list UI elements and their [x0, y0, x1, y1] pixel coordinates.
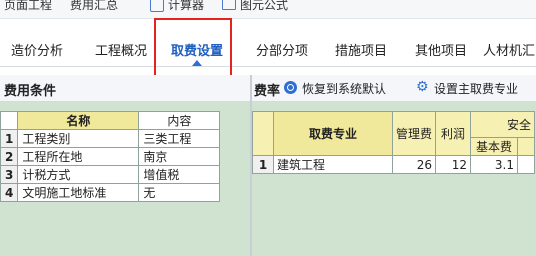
tab-project-overview[interactable]: 工程概况 — [90, 38, 152, 66]
condition-value[interactable]: 无 — [138, 183, 221, 202]
fee-conditions-table: 名称 内容 1 工程类别 三类工程 2 工程所在地 南京 3 计税方式 增值税 … — [0, 111, 221, 202]
column-header-extra — [517, 137, 536, 156]
restore-default-icon[interactable] — [284, 81, 297, 94]
table-row[interactable]: 4 文明施工地标准 无 — [0, 183, 221, 202]
column-header-name[interactable]: 名称 — [17, 111, 140, 130]
formula-button[interactable]: 图元公式 — [240, 0, 288, 13]
corner-cell — [252, 111, 274, 156]
column-header-content[interactable]: 内容 — [138, 111, 221, 130]
calculator-button[interactable]: 计算器 — [168, 0, 204, 13]
condition-name[interactable]: 工程类别 — [17, 129, 140, 148]
row-index: 3 — [0, 165, 19, 184]
column-header-base-fee[interactable]: 基本费 — [470, 137, 519, 156]
tab-measures[interactable]: 措施项目 — [330, 38, 392, 66]
row-index: 2 — [0, 147, 19, 166]
condition-name[interactable]: 文明施工地标准 — [17, 183, 140, 202]
column-header-safety[interactable]: 安全 — [470, 111, 536, 138]
fee-rate-title: 费率 — [254, 84, 281, 99]
table-row[interactable]: 2 工程所在地 南京 — [0, 147, 221, 166]
fee-rate-table: 取费专业 管理费 利润 安全 基本费 1 建筑工程 26 12 3.1 — [252, 111, 536, 174]
condition-name[interactable]: 计税方式 — [17, 165, 140, 184]
row-index: 1 — [252, 155, 274, 174]
tab-labor-material[interactable]: 人材机汇 — [478, 38, 536, 66]
mgmt-fee-cell[interactable]: 26 — [391, 155, 437, 174]
extra-cell — [517, 155, 536, 174]
toolbar-item-2[interactable]: 费用汇总 — [70, 0, 118, 13]
gear-icon[interactable]: ⚙ — [416, 80, 429, 94]
tab-other-items[interactable]: 其他项目 — [410, 38, 472, 66]
condition-name[interactable]: 工程所在地 — [17, 147, 140, 166]
column-header-mgmt-fee[interactable]: 管理费 — [391, 111, 437, 156]
set-main-specialty-button[interactable]: 设置主取费专业 — [434, 80, 518, 97]
fee-conditions-header: 费用条件 — [0, 75, 250, 102]
fee-rate-header: 费率 恢复到系统默认 ⚙ 设置主取费专业 — [252, 75, 536, 102]
tab-bar: 造价分析 工程概况 取费设置 分部分项 措施项目 其他项目 人材机汇 — [0, 38, 536, 67]
toolbar-item-1[interactable]: 页面工程 — [4, 0, 52, 13]
column-header-specialty[interactable]: 取费专业 — [273, 111, 393, 156]
condition-value[interactable]: 南京 — [138, 147, 221, 166]
row-index: 4 — [0, 183, 19, 202]
condition-value[interactable]: 增值税 — [138, 165, 221, 184]
tab-cost-analysis[interactable]: 造价分析 — [6, 38, 68, 66]
profit-cell[interactable]: 12 — [435, 155, 472, 174]
restore-default-button[interactable]: 恢复到系统默认 — [302, 80, 386, 97]
top-toolbar: 页面工程 费用汇总 计算器 图元公式 — [0, 0, 536, 19]
condition-value[interactable]: 三类工程 — [138, 129, 221, 148]
row-index: 1 — [0, 129, 19, 148]
column-header-profit[interactable]: 利润 — [435, 111, 472, 156]
table-row[interactable]: 1 工程类别 三类工程 — [0, 129, 221, 148]
table-row[interactable]: 1 建筑工程 26 12 3.1 — [252, 155, 536, 174]
fee-conditions-title: 费用条件 — [4, 84, 57, 99]
table-row[interactable]: 3 计税方式 增值税 — [0, 165, 221, 184]
formula-icon[interactable] — [222, 0, 236, 10]
base-fee-cell[interactable]: 3.1 — [470, 155, 519, 174]
calculator-icon[interactable] — [150, 0, 164, 12]
corner-cell — [0, 111, 19, 130]
tab-sub-items[interactable]: 分部分项 — [252, 38, 312, 66]
specialty-cell[interactable]: 建筑工程 — [273, 155, 393, 174]
